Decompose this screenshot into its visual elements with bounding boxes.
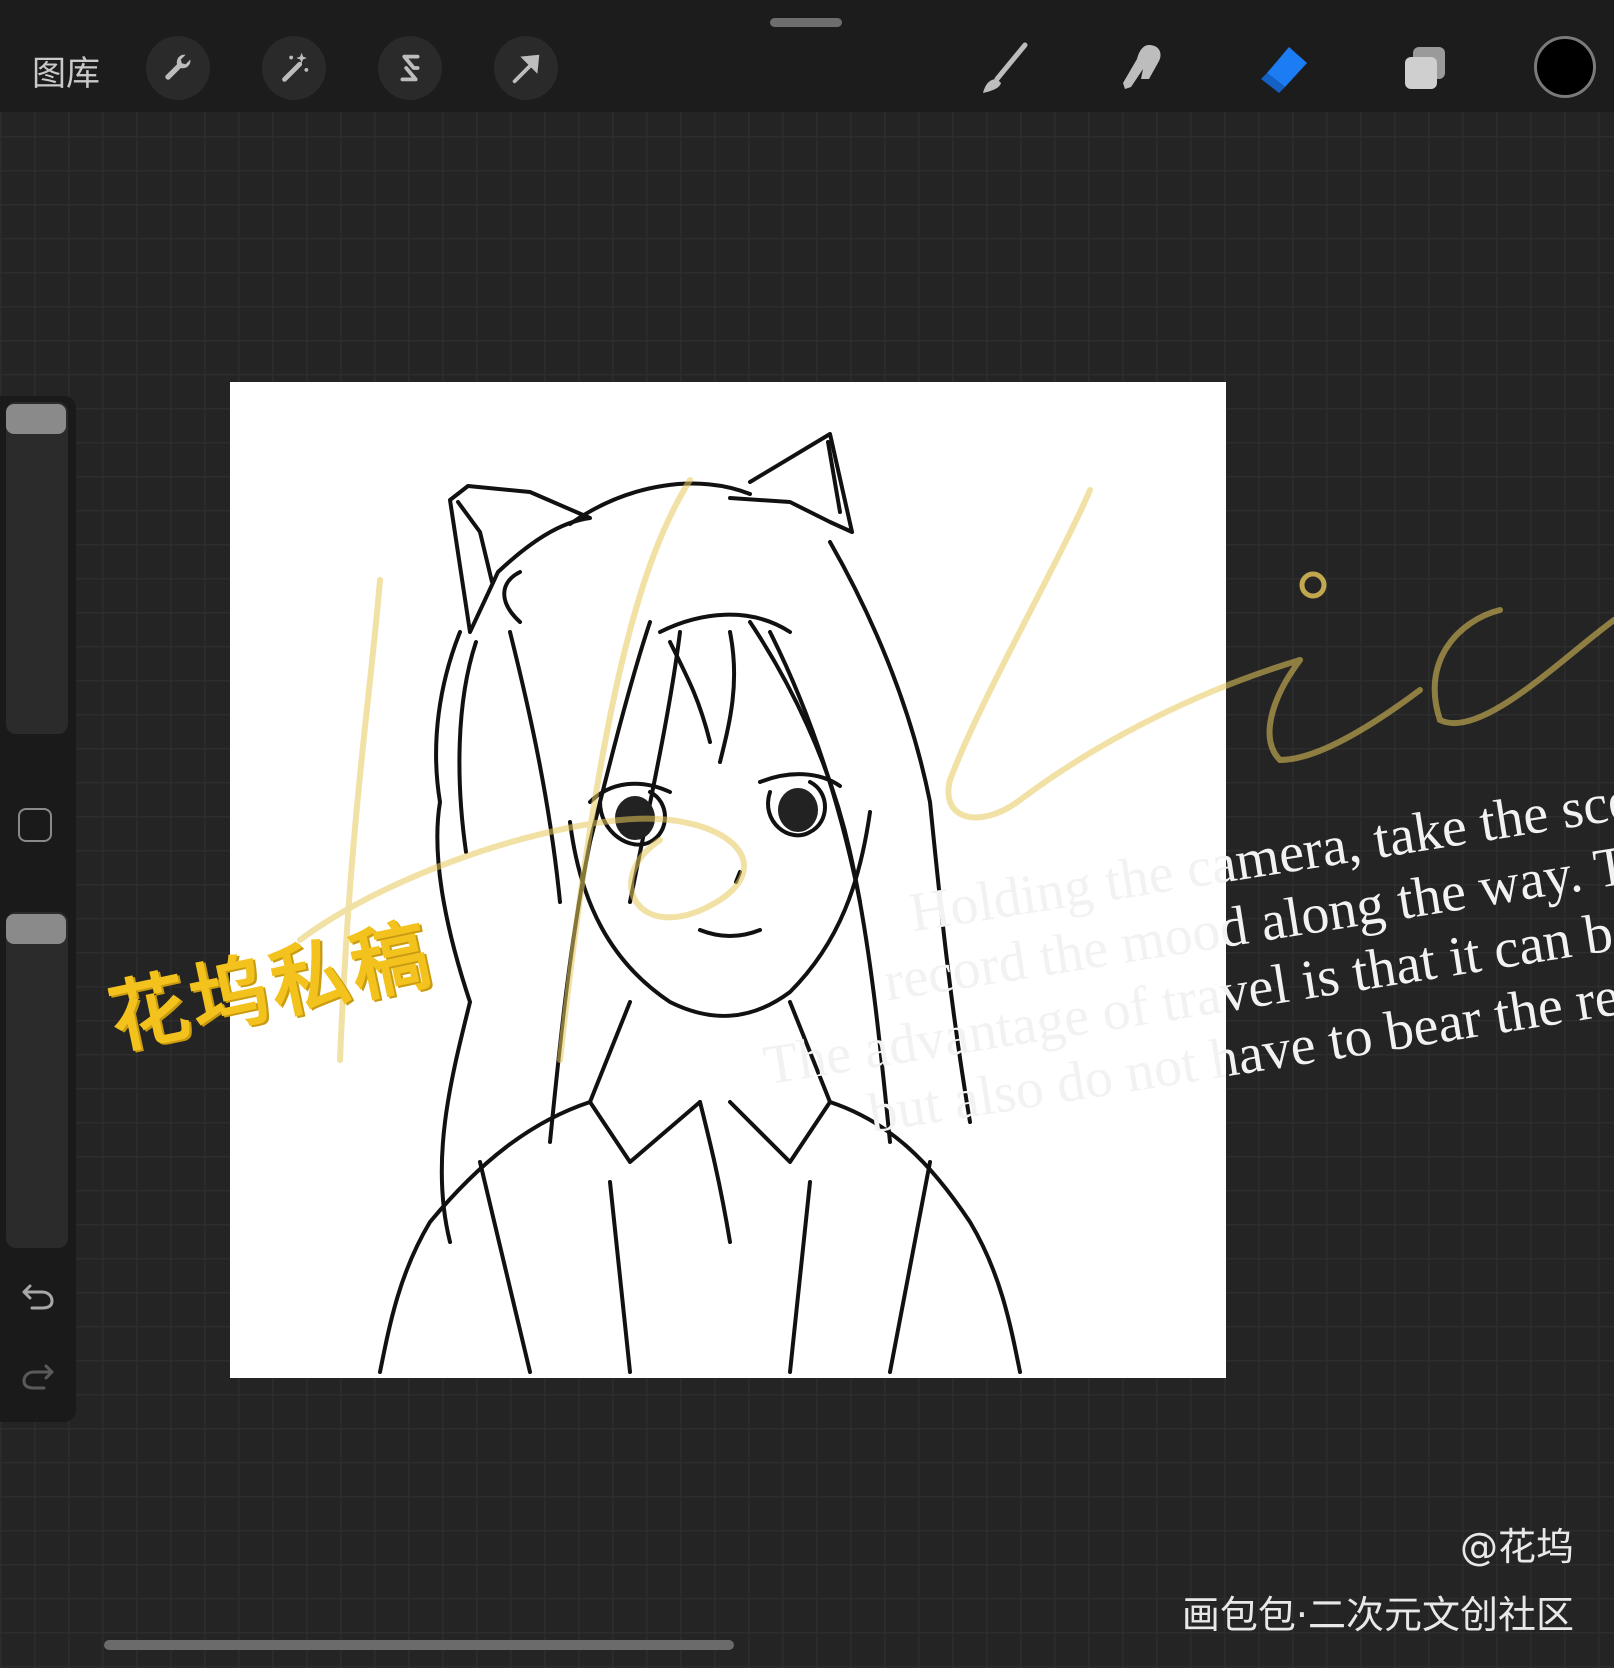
- undo-icon: [22, 1284, 54, 1310]
- magic-wand-icon: [282, 52, 309, 82]
- color-picker-button[interactable]: [1534, 36, 1596, 98]
- author-handle: @花坞: [1459, 1525, 1574, 1569]
- brush-size-thumb[interactable]: [6, 404, 66, 434]
- sidebar: [0, 396, 76, 1422]
- layers-button[interactable]: [1390, 34, 1460, 104]
- actions-button[interactable]: [146, 36, 210, 100]
- layers-icon: [1405, 47, 1445, 89]
- transform-arrow-icon: [512, 54, 540, 84]
- brush-size-slider[interactable]: [6, 402, 68, 734]
- brand-text: 画包包·二次元文创社区: [1181, 1593, 1574, 1637]
- brush-tool[interactable]: [970, 34, 1040, 104]
- transform-button[interactable]: [494, 36, 558, 100]
- selection-s-icon: [400, 54, 420, 82]
- eraser-icon: [1261, 47, 1307, 93]
- selection-button[interactable]: [378, 36, 442, 100]
- drag-handle[interactable]: [770, 18, 842, 27]
- horizontal-scrollbar[interactable]: [104, 1640, 734, 1650]
- redo-button[interactable]: [18, 1358, 58, 1394]
- gallery-button[interactable]: 图库: [32, 46, 100, 95]
- opacity-thumb[interactable]: [6, 914, 66, 944]
- undo-button[interactable]: [18, 1278, 58, 1314]
- wrench-icon: [165, 54, 191, 80]
- opacity-slider[interactable]: [6, 912, 68, 1248]
- redo-icon: [22, 1364, 54, 1390]
- modify-button[interactable]: [18, 808, 52, 842]
- eraser-tool[interactable]: [1248, 34, 1318, 104]
- brush-icon: [983, 42, 1028, 93]
- drawing-canvas[interactable]: [230, 382, 1226, 1378]
- smudge-icon: [1123, 45, 1161, 89]
- top-toolbar: 图库: [0, 0, 1614, 112]
- line-art-sketch: [378, 432, 1022, 1374]
- adjustments-button[interactable]: [262, 36, 326, 100]
- smudge-tool[interactable]: [1108, 34, 1178, 104]
